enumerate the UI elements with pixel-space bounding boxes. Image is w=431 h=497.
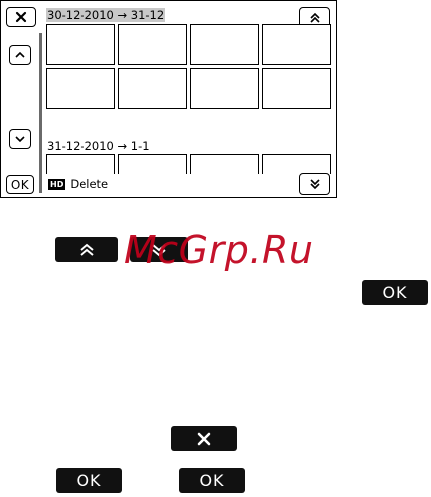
watermark: McGrp.Ru <box>124 228 314 272</box>
close-button[interactable] <box>6 7 36 27</box>
group-date-label: 31-12-2010 → 1-1 <box>47 139 150 153</box>
chevron-up-icon <box>15 51 25 58</box>
ok-label: OK <box>199 471 225 490</box>
thumbnail[interactable] <box>118 154 187 174</box>
thumbnail[interactable] <box>118 24 187 65</box>
ok-label: OK <box>382 283 408 302</box>
close-pictogram <box>171 426 237 451</box>
group-date-label: 30-12-2010 → 31-12 <box>46 8 166 22</box>
thumbnail[interactable] <box>262 68 331 109</box>
thumbnail[interactable] <box>46 68 115 109</box>
thumbnail[interactable] <box>190 68 259 109</box>
thumbnail[interactable] <box>190 24 259 65</box>
thumbnail[interactable] <box>262 24 331 65</box>
ok-label: OK <box>76 471 102 490</box>
thumbnail[interactable] <box>118 68 187 109</box>
scroll-up-button[interactable] <box>9 45 31 65</box>
camcorder-screen: OK 30-12-2010 → 31-12 31-12-2010 → 1-1 H… <box>0 0 337 198</box>
thumbnail[interactable] <box>190 154 259 174</box>
thumbnail[interactable] <box>46 24 115 65</box>
ok-pictogram-right: OK <box>362 280 428 305</box>
double-chevron-down-icon <box>309 179 320 190</box>
ok-pictogram-mid: OK <box>179 468 245 493</box>
thumbnail[interactable] <box>262 154 331 174</box>
ok-pictogram-left: OK <box>56 468 122 493</box>
page-down-button[interactable] <box>299 173 330 195</box>
chevron-down-icon <box>15 136 25 143</box>
page-up-pictogram <box>55 237 118 262</box>
ok-label: OK <box>10 177 30 192</box>
scroll-down-button[interactable] <box>9 129 31 149</box>
close-icon <box>15 11 27 23</box>
scroll-track[interactable] <box>39 33 42 193</box>
double-chevron-up-icon <box>79 243 94 256</box>
double-chevron-up-icon <box>309 12 320 23</box>
hd-badge: HD <box>48 178 66 190</box>
ok-button[interactable]: OK <box>6 175 34 194</box>
close-icon <box>197 432 211 445</box>
delete-label: Delete <box>70 177 109 191</box>
thumbnail[interactable] <box>46 154 115 174</box>
status-bar: HD Delete <box>48 177 108 191</box>
